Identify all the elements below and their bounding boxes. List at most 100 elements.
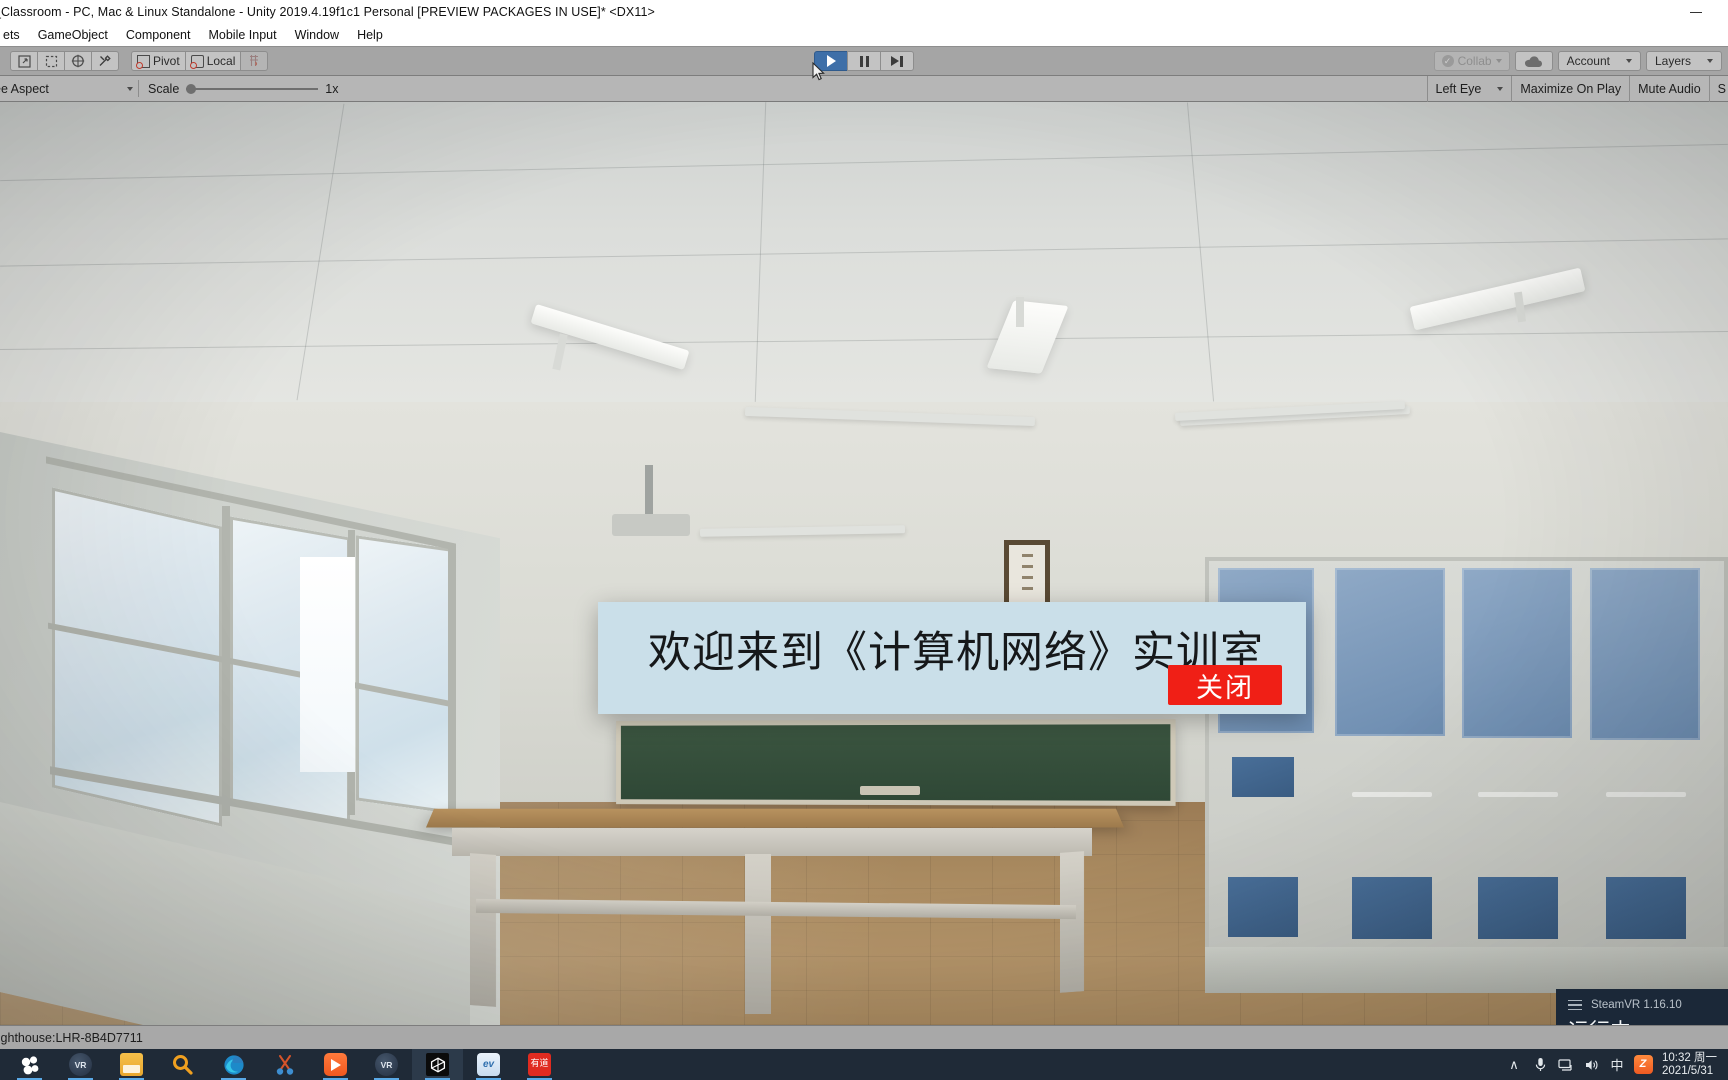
status-bar[interactable]: lighthouse:LHR-8B4D7711 — [0, 1025, 1728, 1049]
taskbar-search[interactable] — [157, 1049, 208, 1080]
window-glass — [356, 535, 451, 814]
menu-component[interactable]: Component — [117, 28, 200, 42]
menu-assets[interactable]: ets — [0, 28, 29, 42]
layers-button[interactable]: Layers — [1645, 51, 1722, 71]
desk-top — [425, 808, 1125, 828]
pivot-label: Pivot — [153, 54, 180, 68]
local-icon — [189, 54, 204, 69]
microphone-icon[interactable] — [1527, 1049, 1553, 1080]
steamvr-status-panel[interactable]: SteamVR 1.16.10 运行中 Unity — [1556, 989, 1728, 1025]
taskbar-edge[interactable] — [208, 1049, 259, 1080]
scale-label: Scale — [148, 81, 180, 96]
ime-indicator[interactable]: 中 — [1605, 1049, 1629, 1080]
desk-leg — [1060, 851, 1084, 993]
scale-value: 1x — [325, 81, 339, 96]
cloud-services-button[interactable] — [1514, 51, 1553, 71]
eye-select-label: Left Eye — [1435, 81, 1482, 96]
window-daylight — [300, 557, 355, 772]
locker-door — [1335, 568, 1445, 736]
collab-button[interactable]: ✓ Collab — [1433, 51, 1510, 71]
eye-select-dropdown[interactable]: Left Eye — [1426, 75, 1512, 102]
layers-label: Layers — [1654, 54, 1691, 68]
transform-icon[interactable] — [64, 51, 92, 71]
taskbar-unity[interactable] — [412, 1049, 463, 1080]
menu-window[interactable]: Window — [286, 28, 348, 42]
pause-button[interactable] — [847, 51, 881, 71]
game-view-toolbar: ee Aspect Scale 1x Left Eye Maximize On … — [0, 75, 1728, 102]
menu-help[interactable]: Help — [348, 28, 392, 42]
maximize-on-play-toggle[interactable]: Maximize On Play — [1511, 75, 1629, 102]
chevron-down-icon — [127, 86, 133, 91]
steam-icon — [18, 1053, 41, 1076]
taskbar-clock[interactable]: 10:32 周一 2021/5/31 — [1657, 1052, 1728, 1078]
minimize-button[interactable] — [1674, 0, 1718, 24]
scale-slider-handle[interactable] — [186, 83, 197, 94]
window-title-bar: _Classroom - PC, Mac & Linux Standalone … — [0, 0, 1728, 24]
unity-icon — [426, 1053, 449, 1076]
menu-gameobject[interactable]: GameObject — [29, 28, 117, 42]
account-button[interactable]: Account — [1557, 51, 1641, 71]
taskbar-ev-app[interactable]: ev — [463, 1049, 514, 1080]
locker-compartment — [1352, 877, 1432, 939]
locker-door — [1590, 568, 1700, 740]
step-button[interactable] — [880, 51, 914, 71]
rect-transform-icon[interactable] — [10, 51, 38, 71]
menu-mobile-input[interactable]: Mobile Input — [199, 28, 285, 42]
locker-compartment — [1478, 877, 1558, 939]
locker-shelf-light — [1352, 792, 1432, 797]
collab-check-icon: ✓ — [1441, 55, 1454, 67]
game-view[interactable]: 欢迎来到《计算机网络》实训室 关闭 SteamVR 1.16.10 运行中 Un… — [0, 102, 1728, 1025]
cloud-icon — [1525, 55, 1543, 67]
tools-icon[interactable] — [91, 51, 119, 71]
locker-compartment — [1606, 877, 1686, 939]
volume-icon[interactable] — [1579, 1049, 1605, 1080]
taskbar-media[interactable] — [310, 1049, 361, 1080]
playback-controls — [814, 51, 914, 71]
locker-compartment — [1228, 877, 1298, 937]
rect-icon[interactable] — [37, 51, 65, 71]
account-label: Account — [1566, 54, 1610, 68]
aspect-ratio-label: ee Aspect — [0, 81, 49, 96]
taskbar-vr-app[interactable]: VR — [361, 1049, 412, 1080]
scale-slider[interactable] — [186, 83, 319, 94]
network-icon[interactable] — [1553, 1049, 1579, 1080]
stats-toggle[interactable]: S — [1708, 75, 1728, 102]
chevron-down-icon — [1625, 59, 1632, 63]
search-icon — [171, 1053, 194, 1076]
pivot-button[interactable]: Pivot — [131, 51, 186, 71]
vr-app-icon: VR — [375, 1053, 398, 1076]
locker-door — [1462, 568, 1572, 738]
taskbar-steamvr[interactable]: VR — [55, 1049, 106, 1080]
locker-compartment — [1232, 757, 1294, 797]
grid-snapping-toggle[interactable] — [240, 51, 269, 71]
desk-apron — [452, 828, 1092, 856]
chevron-down-icon — [1497, 86, 1504, 91]
tray-app-icon[interactable]: Z — [1629, 1055, 1657, 1074]
aspect-ratio-dropdown[interactable]: ee Aspect — [0, 80, 139, 97]
clock-date: 2021/5/31 — [1662, 1064, 1714, 1077]
local-label: Local — [206, 54, 236, 68]
tray-chevron-icon[interactable]: ∧ — [1501, 1049, 1527, 1080]
steamvr-icon: VR — [69, 1053, 92, 1076]
local-button[interactable]: Local — [184, 51, 242, 71]
classroom-ceiling — [0, 102, 1728, 432]
chevron-down-icon — [1495, 59, 1502, 63]
play-button[interactable] — [814, 51, 848, 71]
taskbar-snipping-tool[interactable] — [259, 1049, 310, 1080]
window-mullion — [222, 506, 230, 816]
welcome-dialog[interactable]: 欢迎来到《计算机网络》实训室 关闭 — [598, 602, 1306, 714]
unity-toolbar: Pivot Local ✓ Collab Account Layers — [0, 46, 1728, 76]
taskbar-steam[interactable] — [4, 1049, 55, 1080]
taskbar-file-explorer[interactable] — [106, 1049, 157, 1080]
ev-app-icon: ev — [477, 1053, 500, 1076]
scissors-icon — [273, 1053, 296, 1076]
taskbar-red-app[interactable]: 有道 — [514, 1049, 565, 1080]
mute-audio-label: Mute Audio — [1638, 81, 1701, 96]
welcome-dialog-close-button[interactable]: 关闭 — [1168, 665, 1282, 705]
status-bar-text: lighthouse:LHR-8B4D7711 — [0, 1030, 143, 1045]
mute-audio-toggle[interactable]: Mute Audio — [1629, 75, 1709, 102]
hamburger-menu-icon[interactable] — [1568, 999, 1582, 1011]
maximize-on-play-label: Maximize On Play — [1520, 81, 1622, 96]
scale-slider-group[interactable]: Scale 1x — [148, 82, 338, 96]
stats-label: S — [1717, 81, 1726, 96]
